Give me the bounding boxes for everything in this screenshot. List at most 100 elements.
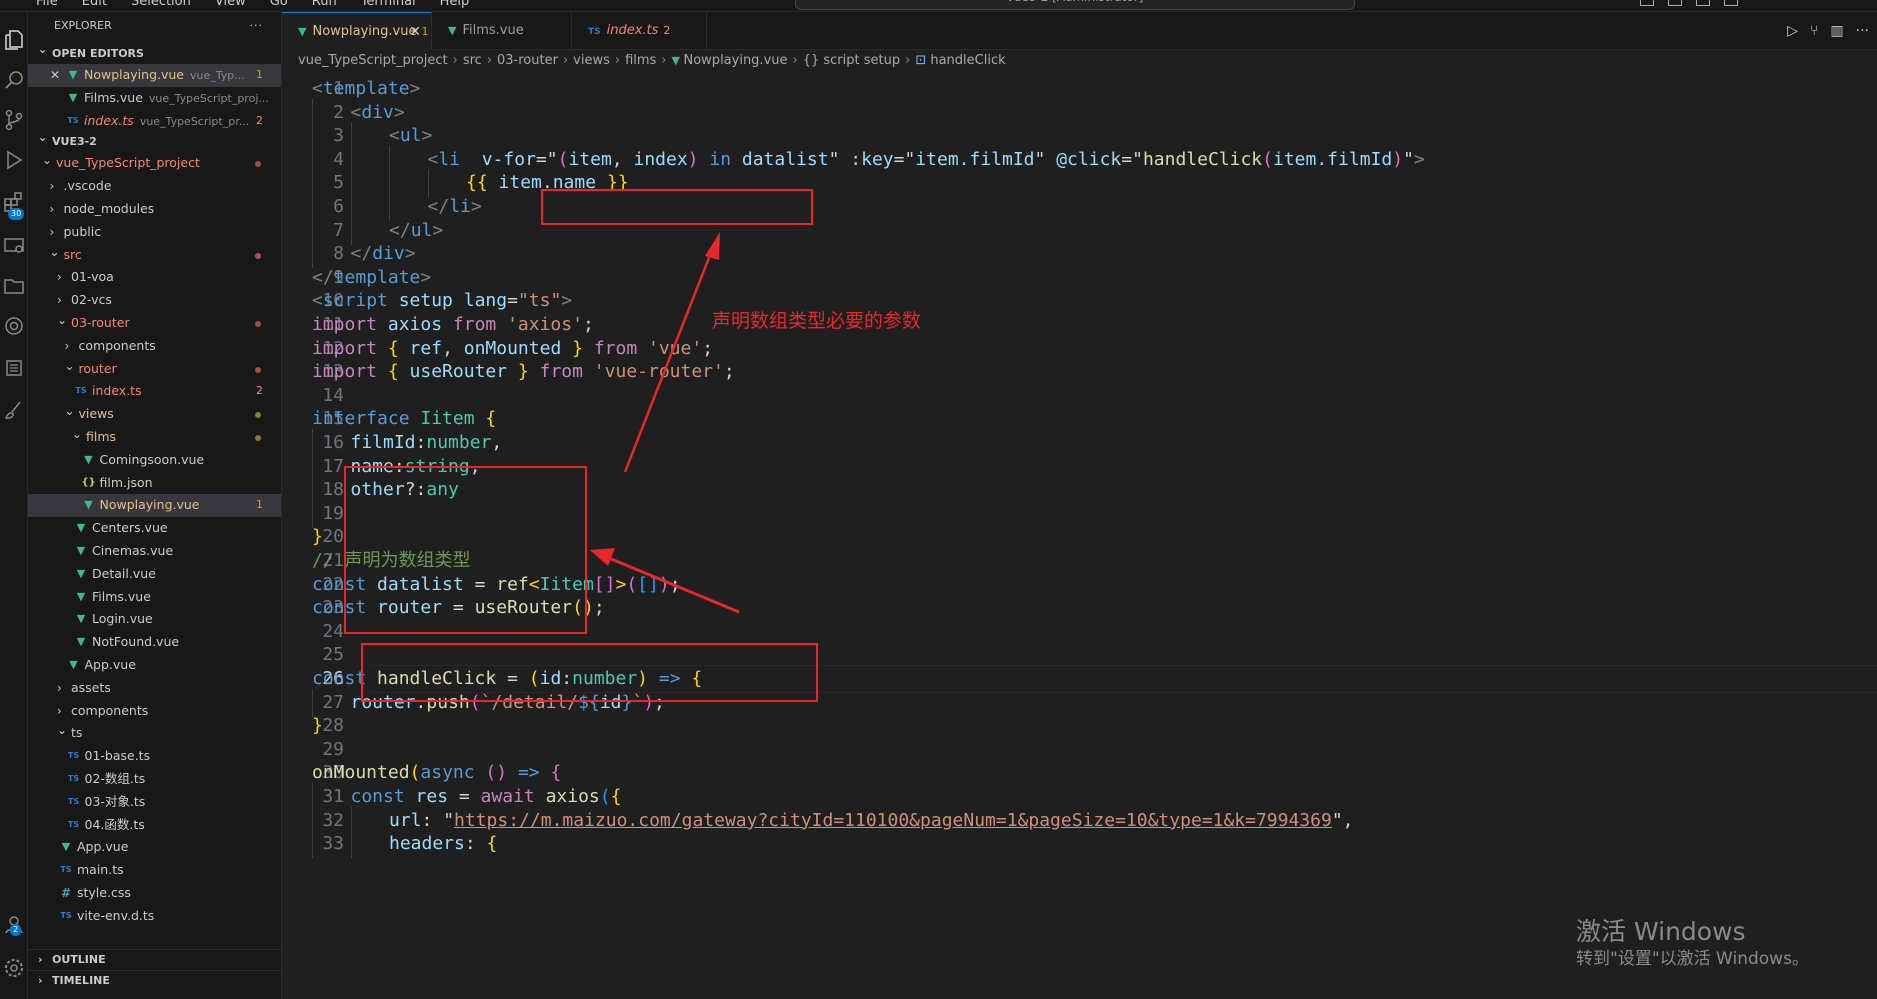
- menu-selection[interactable]: Selection: [131, 0, 191, 9]
- breadcrumb-item[interactable]: films: [625, 53, 656, 68]
- files-icon[interactable]: [2, 28, 26, 52]
- tab-index-ts[interactable]: TS index.ts 2: [572, 12, 707, 50]
- file-item[interactable]: TS 01-base.ts: [28, 745, 281, 768]
- breadcrumb-item[interactable]: vue_TypeScript_project: [298, 53, 448, 68]
- breadcrumb-item[interactable]: src: [463, 53, 482, 68]
- chevron-right-icon[interactable]: ›: [57, 700, 67, 723]
- file-item[interactable]: TS 02-数组.ts: [28, 768, 281, 791]
- folder-item[interactable]: › components: [28, 335, 281, 358]
- chevron-down-icon[interactable]: ⌄: [72, 426, 82, 446]
- folder-item[interactable]: › node_modules: [28, 198, 281, 221]
- file-item[interactable]: TS vite-env.d.ts: [28, 905, 281, 928]
- breadcrumb-item[interactable]: Nowplaying.vue: [684, 53, 788, 68]
- file-item[interactable]: ▼ Cinemas.vue: [28, 540, 281, 563]
- openai-icon[interactable]: [2, 314, 26, 338]
- chevron-right-icon[interactable]: ›: [57, 677, 67, 700]
- file-item[interactable]: TS 04.函数.ts: [28, 814, 281, 837]
- chevron-right-icon[interactable]: ›: [50, 175, 60, 198]
- chevron-down-icon[interactable]: ⌄: [65, 358, 75, 378]
- chevron-right-icon[interactable]: ›: [50, 198, 60, 221]
- folder-item[interactable]: › assets: [28, 677, 281, 700]
- folder-icon[interactable]: [2, 274, 26, 298]
- remote-explorer-icon[interactable]: [2, 234, 26, 258]
- folder-item[interactable]: › 02-vcs: [28, 289, 281, 312]
- open-editor-item[interactable]: ✕ ▼ Nowplaying.vue vue_Typ... 1: [28, 64, 281, 87]
- chevron-right-icon[interactable]: ›: [65, 335, 75, 358]
- layout-sidebar-icon[interactable]: [1696, 0, 1710, 6]
- source-control-icon[interactable]: [2, 108, 26, 132]
- folder-item[interactable]: › public: [28, 221, 281, 244]
- tab-films-vue[interactable]: ▼ Films.vue: [432, 12, 572, 50]
- command-center-search[interactable]: vue3-2 [Administrator]: [795, 0, 1355, 10]
- layout-panel-icon[interactable]: [1668, 0, 1682, 6]
- folder-item[interactable]: › components: [28, 700, 281, 723]
- folder-item[interactable]: ⌄ src: [28, 244, 281, 267]
- file-item[interactable]: TS index.ts 2: [28, 380, 281, 403]
- chevron-down-icon[interactable]: ⌄: [57, 312, 67, 332]
- menu-run[interactable]: Run: [312, 0, 337, 9]
- menu-terminal[interactable]: Terminal: [361, 0, 416, 9]
- folder-item[interactable]: › .vscode: [28, 175, 281, 198]
- panel-icon[interactable]: [2, 356, 26, 380]
- code-token: v-for: [481, 148, 536, 170]
- file-item[interactable]: ▼ Comingsoon.vue: [28, 449, 281, 472]
- tab-nowplaying-vue[interactable]: ▼ Nowplaying.vue 1 ✕: [282, 12, 432, 50]
- folder-item[interactable]: ⌄ router: [28, 358, 281, 381]
- file-item[interactable]: # style.css: [28, 882, 281, 905]
- chevron-down-icon[interactable]: ⌄: [57, 722, 67, 742]
- breadcrumb-item[interactable]: 03-router: [497, 53, 558, 68]
- folder-item[interactable]: ⌄ ts: [28, 722, 281, 745]
- more-icon[interactable]: ···: [1856, 23, 1869, 39]
- menu-go[interactable]: Go: [270, 0, 288, 9]
- close-icon[interactable]: ✕: [409, 13, 421, 51]
- title-bar: File Edit Selection View Go Run Terminal Help v…: [0, 0, 1877, 12]
- file-item[interactable]: ▼ Films.vue: [28, 586, 281, 609]
- chevron-down-icon[interactable]: ⌄: [42, 152, 52, 172]
- breadcrumb-item[interactable]: handleClick: [930, 53, 1005, 68]
- outline-section[interactable]: OUTLINE: [28, 950, 282, 970]
- breadcrumb-item[interactable]: {} script setup: [803, 53, 900, 68]
- menu-file[interactable]: File: [36, 0, 58, 9]
- file-item[interactable]: ▼ Detail.vue: [28, 563, 281, 586]
- file-item[interactable]: {} film.json: [28, 472, 281, 495]
- open-editors-section[interactable]: OPEN EDITORS: [28, 40, 281, 64]
- file-item[interactable]: TS 03-对象.ts: [28, 791, 281, 814]
- gear-icon[interactable]: [2, 956, 26, 980]
- file-item[interactable]: ▼ App.vue: [28, 654, 281, 677]
- file-item[interactable]: ▼ Centers.vue: [28, 517, 281, 540]
- folder-item[interactable]: ⌄ films: [28, 426, 281, 449]
- more-actions-icon[interactable]: ···: [250, 12, 264, 40]
- file-item[interactable]: ▼ App.vue: [28, 836, 281, 859]
- chevron-right-icon[interactable]: ›: [57, 266, 67, 289]
- folder-item[interactable]: ⌄ views: [28, 403, 281, 426]
- file-item[interactable]: ▼ NotFound.vue: [28, 631, 281, 654]
- layout-toggle-icon[interactable]: [1640, 0, 1654, 6]
- menu-edit[interactable]: Edit: [82, 0, 107, 9]
- menu-view[interactable]: View: [215, 0, 246, 9]
- extensions-badge: 30: [8, 208, 25, 220]
- folder-item[interactable]: › 01-voa: [28, 266, 281, 289]
- breadcrumb-item[interactable]: views: [573, 53, 610, 68]
- open-editor-item[interactable]: TS index.ts vue_TypeScript_pr... 2: [28, 110, 281, 133]
- git-compare-icon[interactable]: ⑂: [1810, 23, 1818, 39]
- chevron-right-icon[interactable]: ›: [57, 289, 67, 312]
- brush-icon[interactable]: [2, 398, 26, 422]
- file-item[interactable]: ▼ Nowplaying.vue 1: [28, 494, 281, 518]
- menu-help[interactable]: Help: [440, 0, 470, 9]
- split-editor-icon[interactable]: ▥: [1830, 23, 1843, 39]
- search-icon[interactable]: [2, 68, 26, 92]
- close-icon[interactable]: ✕: [50, 64, 60, 87]
- chevron-right-icon[interactable]: ›: [50, 221, 60, 244]
- folder-item[interactable]: ⌄ 03-router: [28, 312, 281, 335]
- chevron-down-icon[interactable]: ⌄: [65, 403, 75, 423]
- chevron-down-icon[interactable]: ⌄: [50, 244, 60, 264]
- run-debug-icon[interactable]: [2, 148, 26, 172]
- workspace-section[interactable]: VUE3-2: [28, 128, 281, 152]
- folder-item[interactable]: ⌄ vue_TypeScript_project: [28, 152, 281, 175]
- layout-customize-icon[interactable]: [1724, 0, 1738, 6]
- open-editor-item[interactable]: ▼ Films.vue vue_TypeScript_proj...: [28, 87, 281, 110]
- run-icon[interactable]: ▷: [1787, 23, 1798, 39]
- file-item[interactable]: ▼ Login.vue: [28, 608, 281, 631]
- timeline-section[interactable]: TIMELINE: [28, 970, 282, 991]
- file-item[interactable]: TS main.ts: [28, 859, 281, 882]
